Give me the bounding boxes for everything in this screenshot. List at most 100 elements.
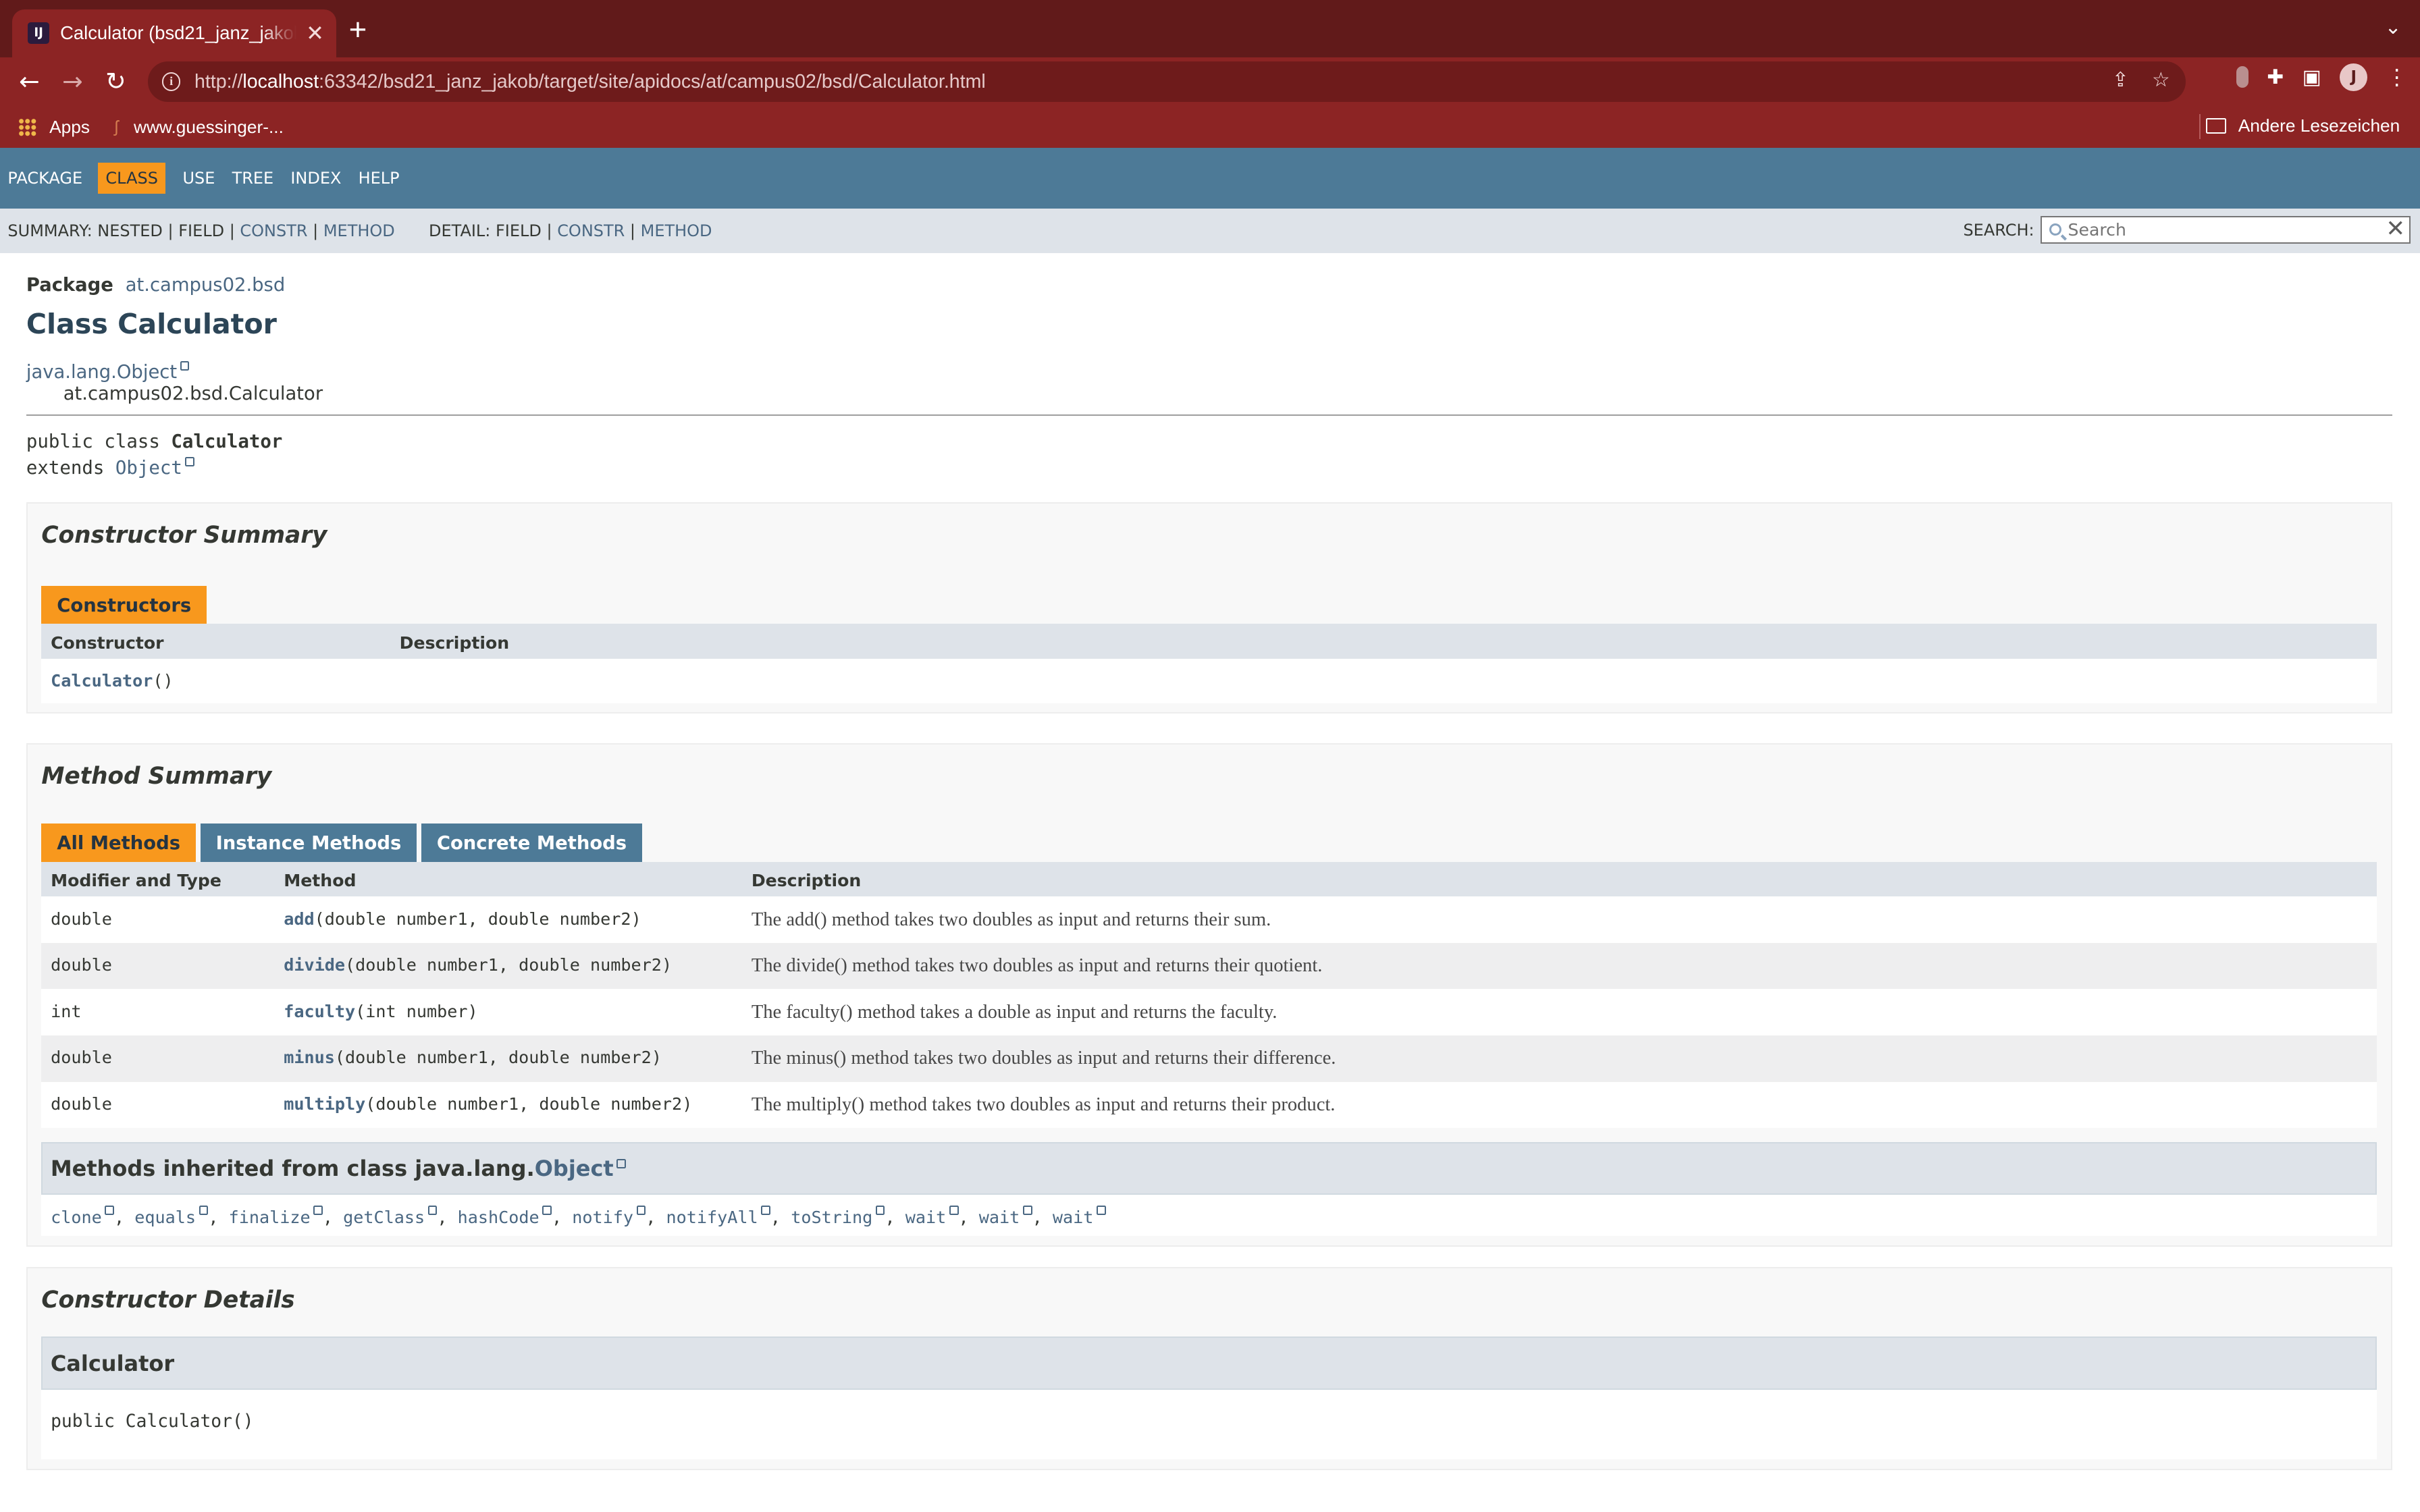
forward-arrow-icon[interactable]: → <box>54 63 91 101</box>
external-link-icon <box>427 1206 438 1216</box>
constructor-details-heading: Constructor Details <box>41 1287 295 1314</box>
tab-instance-methods[interactable]: Instance Methods <box>200 824 417 862</box>
apps-grid-icon <box>18 117 37 137</box>
sig-prefix: public class <box>26 431 172 453</box>
inherited-object-link[interactable]: Object <box>535 1156 614 1181</box>
search-reset-icon[interactable]: ✕ <box>2382 217 2409 242</box>
method-params: (double number1, double number2) <box>314 909 641 929</box>
nav-class[interactable]: Class <box>97 162 166 194</box>
method-table: Modifier and Type Method Description dou… <box>41 861 2377 1129</box>
external-link-icon <box>761 1206 770 1216</box>
external-link-icon <box>875 1206 885 1216</box>
package-label: Package <box>26 274 113 296</box>
profile-avatar[interactable]: J <box>2340 63 2368 91</box>
method-link-multiply[interactable]: multiply <box>284 1094 365 1114</box>
bookmark-apps[interactable]: Apps <box>18 117 90 138</box>
new-tab-icon[interactable]: + <box>349 14 367 45</box>
method-description: The divide() method takes two doubles as… <box>742 942 2377 990</box>
divider <box>26 414 2392 416</box>
intellij-favicon-icon: IJ <box>28 22 50 45</box>
summary-separator: | <box>307 221 323 240</box>
site-favicon-icon: ʃ <box>114 117 119 137</box>
method-link-divide[interactable]: divide <box>284 955 345 975</box>
detail-constr-link[interactable]: Constr <box>557 221 625 240</box>
inherited-method-link[interactable]: finalize <box>229 1208 311 1227</box>
detail-separator: | <box>625 221 641 240</box>
class-signature: public class Calculator extends Object <box>26 429 2392 482</box>
inherited-method-link[interactable]: notifyAll <box>666 1208 758 1227</box>
tab-close-icon[interactable]: ✕ <box>306 20 324 46</box>
url-text[interactable]: http://localhost:63342/bsd21_janz_jakob/… <box>194 71 986 93</box>
inherited-method-link[interactable]: getClass <box>343 1208 425 1227</box>
col-method: Method <box>274 861 743 897</box>
site-info-icon[interactable]: i <box>161 72 181 91</box>
extension-area: ✚ ▣ J ⋮ <box>2236 63 2408 91</box>
external-link-icon <box>105 1206 115 1216</box>
table-row: double divide(double number1, double num… <box>41 942 2377 990</box>
inherited-methods-heading: Methods inherited from class java.lang.O… <box>41 1141 2377 1195</box>
sig-super-link[interactable]: Object <box>115 458 182 479</box>
detail-method-link[interactable]: Method <box>641 221 712 240</box>
menu-kebab-icon[interactable]: ⋮ <box>2386 64 2408 90</box>
search-input[interactable] <box>2041 217 2382 243</box>
method-params: (int number) <box>355 1001 478 1021</box>
tab-search-chevron-icon[interactable]: ⌄ <box>2385 16 2402 39</box>
puzzle-extensions-icon[interactable]: ✚ <box>2267 65 2284 89</box>
tab-concrete-methods[interactable]: Concrete Methods <box>421 824 642 862</box>
back-arrow-icon[interactable]: ← <box>11 63 48 101</box>
inherited-method-link[interactable]: hashCode <box>458 1208 540 1227</box>
extension-icon[interactable] <box>2236 66 2248 88</box>
summary-prefix: Summary: Nested | Field | <box>7 221 240 240</box>
method-link-minus[interactable]: minus <box>284 1048 335 1067</box>
external-link-icon <box>185 457 195 466</box>
summary-method-link[interactable]: Method <box>323 221 395 240</box>
external-link-icon <box>542 1206 552 1216</box>
nav-index[interactable]: Index <box>290 169 341 188</box>
external-link-icon <box>636 1206 646 1216</box>
constructors-caption: Constructors <box>41 586 207 624</box>
side-panel-icon[interactable]: ▣ <box>2303 65 2321 89</box>
inherited-method-link[interactable]: wait <box>905 1208 947 1227</box>
inherited-method-link[interactable]: wait <box>979 1208 1020 1227</box>
nav-tree[interactable]: Tree <box>232 169 274 188</box>
superclass-link[interactable]: java.lang.Object <box>26 362 177 383</box>
summary-constr-link[interactable]: Constr <box>240 221 307 240</box>
tab-all-methods[interactable]: All Methods <box>41 824 196 862</box>
address-bar[interactable]: i http://localhost:63342/bsd21_janz_jako… <box>148 61 2186 102</box>
method-type: double <box>41 942 275 990</box>
bookmark-other[interactable]: Andere Lesezeichen <box>2205 115 2400 136</box>
constructor-link[interactable]: Calculator <box>51 671 153 691</box>
inherited-method-link[interactable]: clone <box>51 1208 102 1227</box>
external-link-icon <box>616 1158 626 1168</box>
javadoc-top-nav: Package Class Use Tree Index Help <box>0 148 2420 209</box>
col-modifier-type: Modifier and Type <box>41 861 275 897</box>
bookmark-apps-label: Apps <box>49 117 90 138</box>
method-type: int <box>41 989 275 1036</box>
constructor-table: Constructor Description Calculator() <box>41 624 2377 703</box>
inherited-method-link[interactable]: equals <box>134 1208 196 1227</box>
inherited-method-link[interactable]: wait <box>1053 1208 1094 1227</box>
url-prefix: http:// <box>194 70 243 92</box>
external-link-icon <box>180 360 190 371</box>
share-icon[interactable]: ⇪ <box>2112 68 2129 92</box>
inherited-methods-list: clone, equals, finalize, getClass, hashC… <box>41 1195 2377 1237</box>
nav-package[interactable]: Package <box>7 169 82 188</box>
bookmark-star-icon[interactable]: ☆ <box>2152 68 2170 92</box>
nav-use[interactable]: Use <box>183 169 215 188</box>
method-link-add[interactable]: add <box>284 909 314 929</box>
inherited-method-link[interactable]: toString <box>791 1208 872 1227</box>
reload-icon[interactable]: ↻ <box>97 63 134 101</box>
bookmark-site[interactable]: ʃ www.guessinger-... <box>115 117 284 138</box>
external-link-icon <box>949 1206 959 1216</box>
tab-title: Calculator (bsd21_janz_jakob - TargetSit… <box>60 22 297 44</box>
table-row: int faculty(int number) The faculty() me… <box>41 989 2377 1036</box>
detail-prefix: Detail: Field | <box>429 221 558 240</box>
browser-tab[interactable]: IJ Calculator (bsd21_janz_jakob - Target… <box>12 9 337 57</box>
omnibox-actions: ⇪ ☆ <box>2112 68 2170 92</box>
inherited-method-link[interactable]: notify <box>572 1208 633 1227</box>
package-line: Package at.campus02.bsd <box>26 275 2392 296</box>
package-link[interactable]: at.campus02.bsd <box>126 275 286 296</box>
nav-help[interactable]: Help <box>359 169 400 188</box>
page-content: Package at.campus02.bsd Class Calculator… <box>0 275 2420 1470</box>
method-link-faculty[interactable]: faculty <box>284 1002 355 1021</box>
